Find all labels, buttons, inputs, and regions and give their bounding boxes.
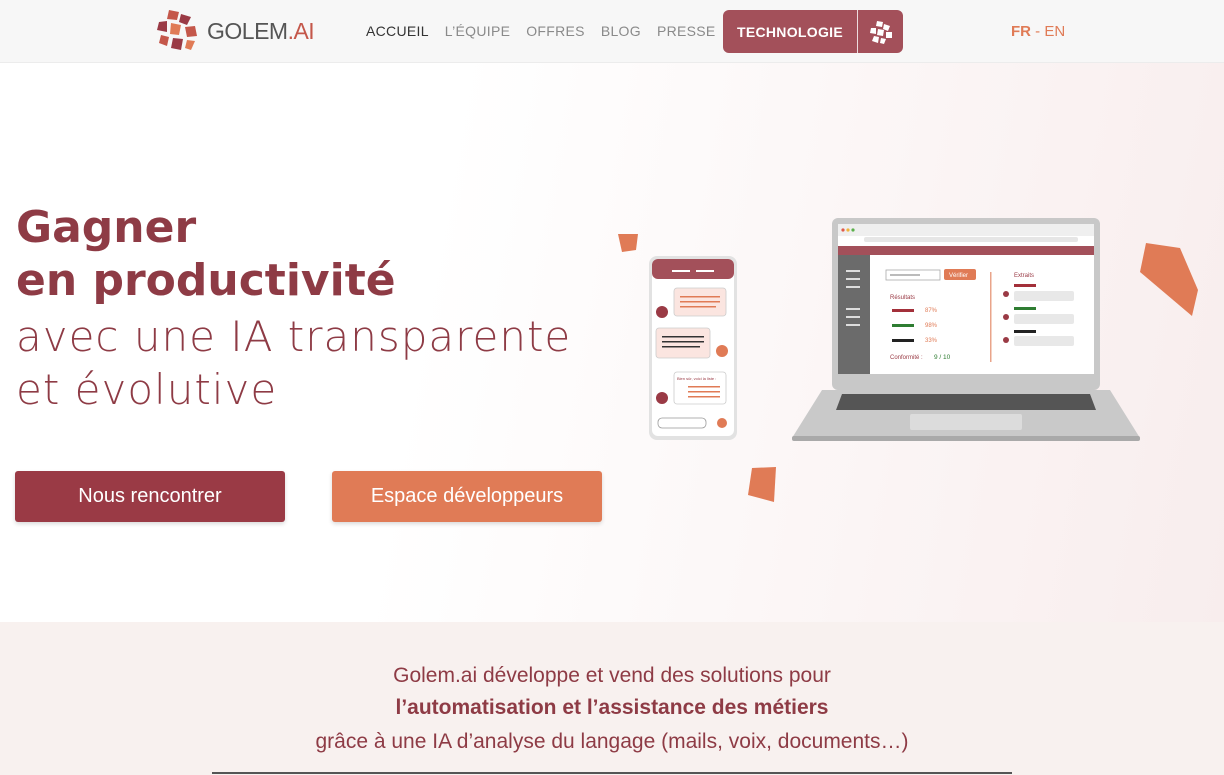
decor-shape-3 xyxy=(748,467,776,502)
svg-text:Extraits: Extraits xyxy=(1014,273,1034,279)
hero-title-line2: en productivité xyxy=(16,255,396,306)
svg-text:98%: 98% xyxy=(925,323,938,329)
main-menu: ACCUEIL L’ÉQUIPE OFFRES BLOG PRESSE xyxy=(366,23,732,39)
decor-shape-2 xyxy=(1140,243,1198,316)
svg-text:Conformité :: Conformité : xyxy=(890,355,923,361)
laptop-mockup: Vérifier Résultats 87% 98% 33% Conformit… xyxy=(792,218,1140,441)
top-navbar: GOLEM.AI ACCUEIL L’ÉQUIPE OFFRES BLOG PR… xyxy=(0,0,1224,63)
logo-text: GOLEM.AI xyxy=(207,17,315,44)
intro-line3: grâce à une IA d’analyse du langage (mai… xyxy=(315,730,909,753)
intro-line2: l’automatisation et l’assistance des mét… xyxy=(395,696,829,719)
hero-subtitle-line2: et évolutive xyxy=(16,365,278,414)
svg-text:Vérifier: Vérifier xyxy=(949,273,968,279)
hero-subtitle-line1: avec une IA transparente xyxy=(16,312,572,361)
nav-item-accueil[interactable]: ACCUEIL xyxy=(366,23,429,39)
hero-title-line1: Gagner xyxy=(16,202,197,253)
svg-text:9 / 10: 9 / 10 xyxy=(934,354,951,361)
intro-section: Golem.ai développe et vend des solutions… xyxy=(0,622,1224,775)
golem-logo-icon xyxy=(157,10,197,50)
technologie-button[interactable]: TECHNOLOGIE xyxy=(723,10,903,53)
language-switcher: FR - EN xyxy=(1011,23,1065,40)
hero-illustration: Bien sûr, voici la liste : Vérifier Résu… xyxy=(618,218,1198,502)
section-divider xyxy=(212,772,1012,774)
phone-mockup: Bien sûr, voici la liste : xyxy=(649,256,737,440)
button-divider xyxy=(857,10,858,53)
developer-space-button[interactable]: Espace développeurs xyxy=(332,471,602,522)
nav-item-blog[interactable]: BLOG xyxy=(601,23,641,39)
lang-en-link[interactable]: EN xyxy=(1044,23,1065,40)
nav-item-equipe[interactable]: L’ÉQUIPE xyxy=(445,23,510,39)
svg-text:87%: 87% xyxy=(925,308,938,314)
golem-logo[interactable]: GOLEM.AI xyxy=(155,7,315,55)
lang-separator: - xyxy=(1031,23,1045,40)
nav-item-offres[interactable]: OFFRES xyxy=(526,23,585,39)
svg-text:33%: 33% xyxy=(925,338,938,344)
intro-line1: Golem.ai développe et vend des solutions… xyxy=(393,664,831,687)
technologie-label: TECHNOLOGIE xyxy=(737,23,843,40)
golem-cube-icon xyxy=(858,19,903,45)
lang-fr-link[interactable]: FR xyxy=(1011,23,1031,40)
meet-us-button[interactable]: Nous rencontrer xyxy=(15,471,285,522)
nav-item-presse[interactable]: PRESSE xyxy=(657,23,716,39)
svg-text:Bien sûr, voici la liste :: Bien sûr, voici la liste : xyxy=(677,376,716,381)
svg-text:Résultats: Résultats xyxy=(890,295,915,301)
decor-shape-1 xyxy=(618,234,638,252)
